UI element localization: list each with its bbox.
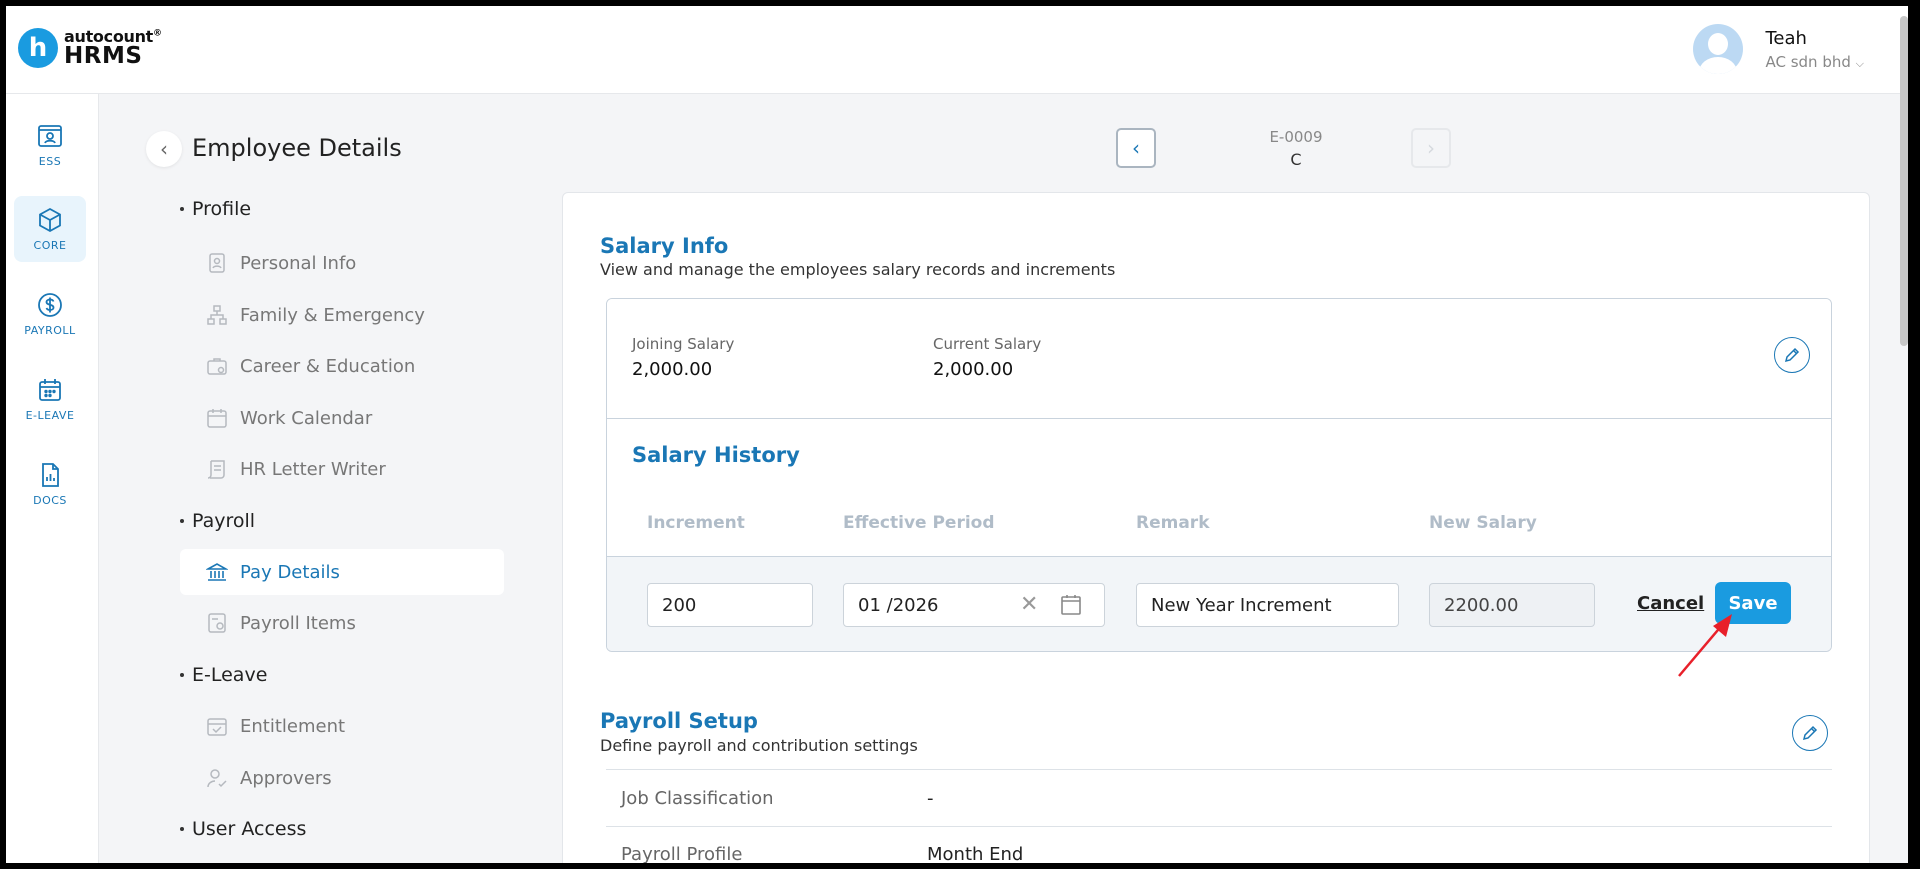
salary-history-title: Salary History <box>632 443 800 467</box>
salary-info-panel: Joining Salary 2,000.00 Current Salary 2… <box>606 298 1832 652</box>
salary-info-title: Salary Info <box>600 234 729 258</box>
previous-employee-button[interactable]: ‹ <box>1116 128 1156 168</box>
joining-salary-label: Joining Salary <box>632 335 735 353</box>
new-salary-input[interactable]: 2200.00 <box>1429 583 1595 627</box>
calendar-icon[interactable] <box>1060 594 1082 616</box>
module-rail: ESS CORE PAYROLL E-LEAVE DOCS <box>6 94 99 863</box>
payroll-profile-label: Payroll Profile <box>621 844 743 863</box>
briefcase-icon <box>207 358 227 375</box>
app-window: h autocount® HRMS Teah AC sdn bhd ⌵ ESS … <box>6 6 1908 863</box>
rail-item-payroll[interactable]: PAYROLL <box>14 281 86 347</box>
column-header-effective-period: Effective Period <box>843 513 995 533</box>
document-chart-icon <box>42 462 59 487</box>
sidebar-item-work-calendar[interactable]: Work Calendar <box>180 395 504 441</box>
employee-name: C <box>1290 150 1302 169</box>
effective-period-value: 01 /2026 <box>858 594 939 616</box>
dollar-icon <box>38 292 62 317</box>
clear-icon[interactable]: ✕ <box>1020 592 1038 617</box>
payroll-setup-subtitle: Define payroll and contribution settings <box>600 736 918 755</box>
sidebar-item-approvers[interactable]: Approvers <box>180 755 504 801</box>
chevron-left-icon: ‹ <box>160 137 168 161</box>
section-payroll: Payroll <box>179 510 256 532</box>
page-title: Employee Details <box>192 134 402 162</box>
pencil-icon <box>1784 347 1800 363</box>
salary-history-header: Salary History Increment Effective Perio… <box>607 419 1831 557</box>
salary-edit-row: 200 01 /2026 ✕ New Year Increment 2200.0… <box>607 557 1831 651</box>
effective-period-input[interactable]: 01 /2026 ✕ <box>843 583 1105 627</box>
user-name: Teah <box>1765 27 1807 49</box>
scroll-icon <box>207 460 225 479</box>
current-salary-value: 2,000.00 <box>933 359 1014 380</box>
divider <box>606 826 1832 827</box>
next-employee-button[interactable]: › <box>1411 128 1451 168</box>
employee-code: E-0009 <box>1269 128 1323 146</box>
payslip-icon <box>208 613 226 633</box>
column-header-new-salary: New Salary <box>1429 513 1537 533</box>
scrollbar[interactable] <box>1900 16 1908 346</box>
salary-summary: Joining Salary 2,000.00 Current Salary 2… <box>607 299 1831 419</box>
top-bar: h autocount® HRMS Teah AC sdn bhd ⌵ <box>6 6 1908 94</box>
column-header-increment: Increment <box>647 513 745 533</box>
payroll-setup-title: Payroll Setup <box>600 709 758 733</box>
user-check-icon <box>207 769 227 788</box>
remark-input[interactable]: New Year Increment <box>1136 583 1399 627</box>
section-user-access: User Access <box>179 818 307 840</box>
ess-id-card-icon <box>38 124 62 147</box>
sidebar-item-hr-letter-writer[interactable]: HR Letter Writer <box>180 446 504 492</box>
pencil-icon <box>1802 725 1818 741</box>
chevron-down-icon: ⌵ <box>1855 56 1864 70</box>
annotation-arrow <box>1678 614 1732 677</box>
increment-input[interactable]: 200 <box>647 583 813 627</box>
section-profile: Profile <box>179 198 252 220</box>
divider <box>606 769 1832 770</box>
rail-item-eleave[interactable]: E-LEAVE <box>14 366 86 432</box>
calendar-icon <box>207 409 227 428</box>
app-logo[interactable]: h autocount® HRMS <box>18 28 162 68</box>
joining-salary-value: 2,000.00 <box>632 359 713 380</box>
calendar-check-icon <box>207 718 227 736</box>
logo-wordmark: HRMS <box>64 42 143 69</box>
edit-salary-button[interactable] <box>1774 337 1810 373</box>
salary-info-subtitle: View and manage the employees salary rec… <box>600 260 1116 279</box>
user-menu[interactable]: Teah AC sdn bhd ⌵ <box>1693 24 1864 74</box>
section-eleave: E-Leave <box>179 664 268 686</box>
payroll-profile-value: Month End <box>927 844 1024 863</box>
column-header-remark: Remark <box>1136 513 1210 533</box>
calendar-icon <box>39 378 61 401</box>
sidebar-item-pay-details[interactable]: Pay Details <box>180 549 504 595</box>
job-classification-value: - <box>927 788 934 809</box>
rail-item-core[interactable]: CORE <box>14 196 86 262</box>
rail-item-ess[interactable]: ESS <box>14 112 86 178</box>
chevron-right-icon: › <box>1427 136 1435 160</box>
logo-mark: h <box>18 28 58 68</box>
avatar <box>1693 24 1744 74</box>
company-selector[interactable]: AC sdn bhd ⌵ <box>1765 53 1864 71</box>
cube-icon <box>39 207 61 232</box>
sidebar-item-personal-info[interactable]: Personal Info <box>180 240 504 286</box>
current-salary-label: Current Salary <box>933 335 1042 353</box>
family-tree-icon <box>207 305 227 325</box>
rail-item-docs[interactable]: DOCS <box>14 451 86 517</box>
edit-payroll-setup-button[interactable] <box>1792 715 1828 751</box>
bank-icon <box>206 563 228 581</box>
sidebar-item-payroll-items[interactable]: Payroll Items <box>180 600 504 646</box>
id-badge-icon <box>209 253 225 273</box>
back-button[interactable]: ‹ <box>146 131 182 167</box>
sidebar-item-family-emergency[interactable]: Family & Emergency <box>180 292 504 338</box>
chevron-left-icon: ‹ <box>1132 136 1140 160</box>
job-classification-label: Job Classification <box>621 788 774 809</box>
sidebar-item-entitlement[interactable]: Entitlement <box>180 703 504 749</box>
sidebar-item-career-education[interactable]: Career & Education <box>180 343 504 389</box>
